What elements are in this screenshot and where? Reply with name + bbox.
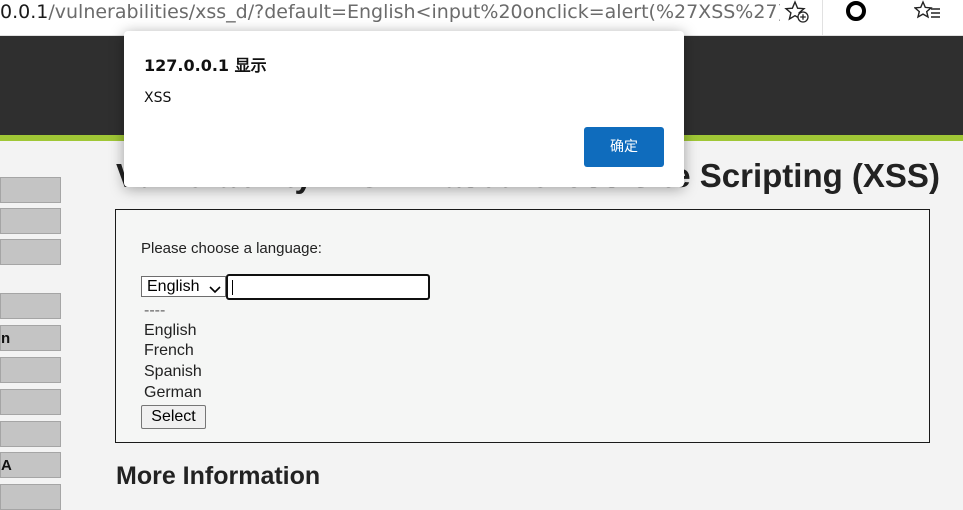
language-select[interactable]: English xyxy=(141,276,226,297)
favorites-icon[interactable] xyxy=(913,0,942,24)
address-bar[interactable]: 0.0.1/vulnerabilities/xss_d/?default=Eng… xyxy=(0,0,780,24)
sidebar-item-5[interactable]: n xyxy=(0,325,61,351)
sidebar-item-10[interactable] xyxy=(0,484,61,510)
chevron-down-icon xyxy=(209,281,221,294)
option-english: English xyxy=(144,322,197,339)
option-spanish: Spanish xyxy=(144,363,202,380)
dialog-title: 127.0.0.1 显示 xyxy=(144,56,267,75)
sidebar-item-8[interactable] xyxy=(0,421,61,447)
language-prompt: Please choose a language: xyxy=(141,240,322,257)
select-button[interactable]: Select xyxy=(141,405,206,429)
injected-text-input[interactable] xyxy=(226,274,430,300)
text-caret xyxy=(232,280,233,295)
sidebar-item-label: A xyxy=(1,457,12,474)
alert-dialog: 127.0.0.1 显示 XSS 确定 xyxy=(124,31,684,187)
more-information-heading: More Information xyxy=(116,462,321,490)
url-host: 0.0.1 xyxy=(0,1,49,23)
option-german: German xyxy=(144,384,202,401)
dialog-message: XSS xyxy=(144,90,172,106)
sidebar-item-7[interactable] xyxy=(0,389,61,415)
sidebar-item-label: n xyxy=(1,330,11,347)
url-path: /vulnerabilities/xss_d/?default=English<… xyxy=(48,1,780,23)
sidebar-item-6[interactable] xyxy=(0,357,61,383)
sidebar-item-3[interactable] xyxy=(0,239,61,265)
language-select-value: English xyxy=(147,278,200,295)
option-french: French xyxy=(144,342,194,359)
sidebar-item-4[interactable] xyxy=(0,293,61,319)
sidebar-item-9[interactable]: A xyxy=(0,452,61,478)
toolbar-divider xyxy=(822,0,823,35)
dialog-ok-button[interactable]: 确定 xyxy=(584,127,664,167)
record-icon[interactable] xyxy=(843,0,869,25)
option-separator: ---- xyxy=(144,302,166,319)
sidebar-item-2[interactable] xyxy=(0,208,61,234)
sidebar-item-1[interactable] xyxy=(0,177,61,203)
add-favorite-icon[interactable] xyxy=(784,0,810,24)
